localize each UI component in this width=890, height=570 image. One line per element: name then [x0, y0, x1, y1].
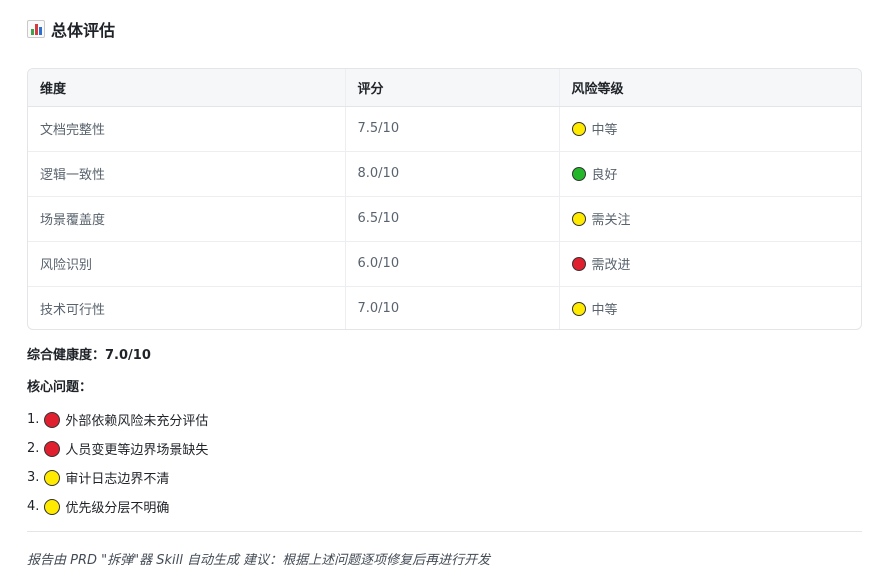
issue-number: 2. [27, 441, 40, 456]
cell-dimension: 文档完整性 [40, 123, 106, 138]
table-row: 风险识别 6.0/10 需改进 [28, 240, 861, 286]
cell-risk: 中等 [558, 106, 861, 151]
section-header: 总体评估 [27, 17, 115, 41]
green-circle-icon [571, 166, 586, 181]
cell-score: 6.0/10 [344, 240, 559, 286]
risk-label: 良好 [591, 168, 618, 183]
risk-label: 中等 [591, 123, 618, 138]
list-item: 4. 优先级分层不明确 [27, 492, 208, 521]
cell-dimension: 技术可行性 [28, 285, 345, 329]
cell-score: 8.0/10 [344, 150, 559, 196]
red-circle-icon [44, 411, 61, 428]
risk-label: 需关注 [591, 213, 631, 228]
table-row: 场景覆盖度 6.5/10 需关注 [28, 195, 861, 241]
core-issues-heading: 核心问题： [27, 380, 93, 395]
cell-score: 6.5/10 [344, 195, 559, 241]
report-footer: 报告由 PRD "拆弹"器 Skill 自动生成 建议：根据上述问题逐项修复后再… [27, 553, 491, 568]
cell-risk: 中等 [558, 285, 861, 329]
assessment-table: 维度 评分 风险等级 文档完整性 7.5/10 中等 逻辑一致性 8.0/10 … [27, 68, 862, 330]
divider [27, 531, 862, 532]
yellow-circle-icon [571, 301, 586, 316]
issue-number: 3. [27, 470, 40, 485]
issues-list: 1. 外部依赖风险未充分评估 2. 人员变更等边界场景缺失 3. 审计日志边界不… [27, 405, 208, 521]
list-item: 3. 审计日志边界不清 [27, 463, 208, 492]
list-item: 2. 人员变更等边界场景缺失 [27, 434, 208, 463]
header-risk: 风险等级 [558, 69, 861, 107]
issue-number: 4. [27, 499, 40, 514]
yellow-circle-icon [44, 469, 61, 486]
issue-text: 人员变更等边界场景缺失 [65, 443, 209, 458]
cell-risk: 需关注 [558, 195, 861, 241]
cell-risk: 良好 [558, 150, 861, 196]
yellow-circle-icon [571, 211, 586, 226]
risk-label: 需改进 [591, 258, 631, 273]
cell-risk: 需改进 [558, 240, 861, 286]
red-circle-icon [571, 256, 586, 271]
cell-score: 7.0/10 [344, 285, 559, 329]
header-dimension: 维度 [28, 69, 345, 107]
red-circle-icon [44, 440, 61, 457]
bar-chart-icon [27, 20, 45, 38]
yellow-circle-icon [44, 498, 61, 515]
issue-text: 审计日志边界不清 [65, 472, 170, 487]
table-row: 技术可行性 7.0/10 中等 [28, 285, 861, 329]
issue-text: 外部依赖风险未充分评估 [65, 414, 209, 429]
cell-dimension: 逻辑一致性 [28, 150, 345, 196]
table-row: 文档完整性 7.5/10 中等 [28, 106, 861, 151]
yellow-circle-icon [571, 121, 586, 136]
issue-number: 1. [27, 412, 40, 427]
issue-text: 优先级分层不明确 [65, 501, 170, 516]
risk-label: 中等 [591, 303, 618, 319]
table-row: 逻辑一致性 8.0/10 良好 [28, 150, 861, 196]
list-item: 1. 外部依赖风险未充分评估 [27, 405, 208, 434]
health-score: 综合健康度：7.0/10 [27, 348, 151, 363]
header-score: 评分 [344, 69, 559, 107]
cell-score: 7.5/10 [344, 106, 559, 151]
table-header-row: 维度 评分 风险等级 [28, 69, 861, 107]
section-title: 总体评估 [51, 21, 116, 40]
cell-dimension: 风险识别 [28, 240, 345, 286]
cell-dimension: 场景覆盖度 [28, 195, 345, 241]
